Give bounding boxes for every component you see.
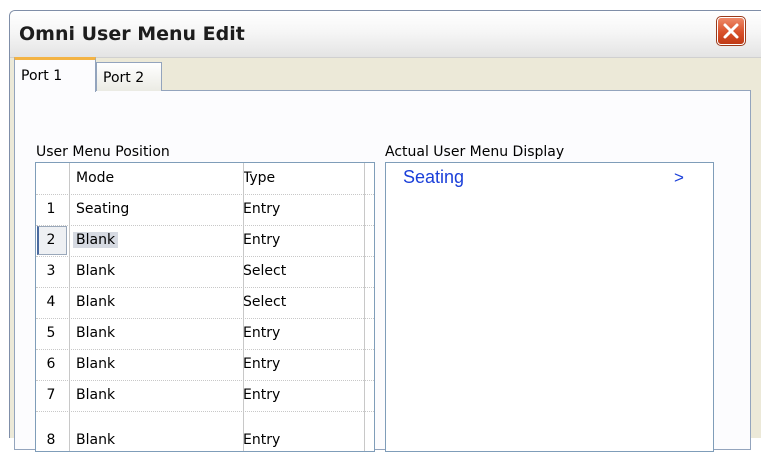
tab-port-2[interactable]: Port 2 (96, 62, 162, 91)
row-type[interactable]: Select (243, 256, 363, 287)
close-button[interactable] (716, 16, 746, 46)
table-row[interactable]: 1 Seating Entry (36, 194, 374, 225)
title-bar[interactable]: Omni User Menu Edit (10, 11, 761, 58)
row-type[interactable]: Entry (243, 349, 363, 380)
tab-port-1[interactable]: Port 1 (14, 57, 96, 92)
row-type[interactable]: Entry (243, 425, 363, 451)
tab-port-2-label: Port 2 (103, 70, 145, 86)
row-mode[interactable]: Blank (76, 287, 236, 318)
table-row[interactable]: 7 Blank Entry (36, 380, 374, 411)
row-mode[interactable]: Blank (76, 318, 236, 349)
row-number[interactable]: 5 (36, 318, 66, 349)
grid-header-row: Mode Type (36, 163, 374, 194)
window-title: Omni User Menu Edit (19, 23, 245, 45)
user-menu-position-label: User Menu Position (36, 144, 170, 160)
row-type[interactable]: Entry (243, 380, 363, 411)
row-number[interactable]: 8 (36, 425, 66, 451)
row-type[interactable]: Entry (243, 318, 363, 349)
row-number[interactable]: 4 (36, 287, 66, 318)
row-mode[interactable]: Blank (73, 225, 236, 256)
row-type[interactable]: Entry (243, 194, 363, 225)
row-mode[interactable]: Seating (76, 194, 236, 225)
user-menu-position-grid[interactable]: Mode Type 1 Seating Entry 2 Blank Entry … (35, 162, 375, 452)
display-menu-item: Seating (403, 167, 465, 187)
row-type[interactable]: Select (243, 287, 363, 318)
actual-display-label: Actual User Menu Display (385, 144, 565, 160)
table-row-selected[interactable]: 2 Blank Entry (36, 225, 374, 256)
row-mode[interactable]: Blank (76, 256, 236, 287)
table-row[interactable]: 8 Blank Entry (36, 425, 374, 451)
close-x-icon (723, 23, 739, 39)
row-number[interactable]: 7 (36, 380, 66, 411)
table-row[interactable]: 6 Blank Entry (36, 349, 374, 380)
row-type[interactable]: Entry (243, 225, 363, 256)
column-header-mode[interactable]: Mode (76, 163, 236, 194)
tab-port-1-label: Port 1 (21, 68, 63, 84)
row-mode[interactable]: Blank (76, 349, 236, 380)
table-row[interactable]: 5 Blank Entry (36, 318, 374, 349)
row-mode-selected-text[interactable]: Blank (73, 232, 119, 248)
row-number[interactable]: 6 (36, 349, 66, 380)
table-row[interactable]: 4 Blank Select (36, 287, 374, 318)
row-mode[interactable]: Blank (76, 425, 236, 451)
row-number[interactable]: 3 (36, 256, 66, 287)
row-number[interactable]: 2 (36, 225, 66, 256)
column-header-type[interactable]: Type (243, 163, 363, 194)
actual-menu-display: Seating > (385, 162, 714, 452)
row-separator (36, 411, 374, 413)
table-row[interactable]: 3 Blank Select (36, 256, 374, 287)
row-number[interactable]: 1 (36, 194, 66, 225)
display-menu-arrow: > (674, 168, 684, 187)
row-mode[interactable]: Blank (76, 380, 236, 411)
